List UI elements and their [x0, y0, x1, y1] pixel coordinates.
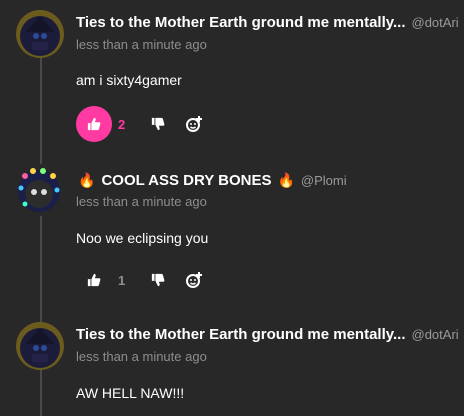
thumbs-down-icon	[151, 273, 165, 287]
add-reaction-icon	[186, 116, 202, 132]
comment-text: am i sixty4gamer	[76, 72, 182, 88]
like-count: 2	[118, 116, 126, 132]
fire-emoji: 🔥	[277, 171, 295, 188]
author-row: Ties to the Mother Earth ground me menta…	[76, 324, 459, 344]
avatar[interactable]	[16, 10, 64, 58]
dislike-button[interactable]	[140, 262, 176, 298]
avatar[interactable]	[13, 164, 65, 216]
timestamp: less than a minute ago	[76, 194, 207, 209]
like-button[interactable]	[76, 262, 112, 298]
thumbs-down-icon	[151, 117, 165, 131]
like-button[interactable]	[76, 106, 112, 142]
author-name[interactable]: Ties to the Mother Earth ground me menta…	[76, 14, 406, 31]
fire-emoji: 🔥	[78, 171, 96, 188]
comment-actions: 2	[76, 106, 212, 142]
author-row: 🔥 COOL ASS DRY BONES 🔥 @Plomi	[78, 170, 347, 190]
like-count: 1	[118, 272, 126, 288]
add-reaction-icon	[186, 272, 202, 288]
comment-actions: 1	[76, 262, 212, 298]
author-handle[interactable]: @dotAri	[412, 327, 459, 342]
thumbs-up-icon	[87, 273, 101, 287]
add-reaction-button[interactable]	[176, 262, 212, 298]
dislike-button[interactable]	[140, 106, 176, 142]
author-row: Ties to the Mother Earth ground me menta…	[76, 12, 459, 32]
timestamp: less than a minute ago	[76, 37, 207, 52]
thumbs-up-icon	[87, 117, 101, 131]
author-name[interactable]: COOL ASS DRY BONES	[101, 172, 271, 189]
timestamp: less than a minute ago	[76, 349, 207, 364]
add-reaction-button[interactable]	[176, 106, 212, 142]
author-handle[interactable]: @Plomi	[301, 173, 347, 188]
author-handle[interactable]: @dotAri	[412, 15, 459, 30]
author-name[interactable]: Ties to the Mother Earth ground me menta…	[76, 326, 406, 343]
avatar[interactable]	[16, 322, 64, 370]
comment-text: Noo we eclipsing you	[76, 230, 209, 246]
comment-text: AW HELL NAW!!!	[76, 385, 185, 401]
